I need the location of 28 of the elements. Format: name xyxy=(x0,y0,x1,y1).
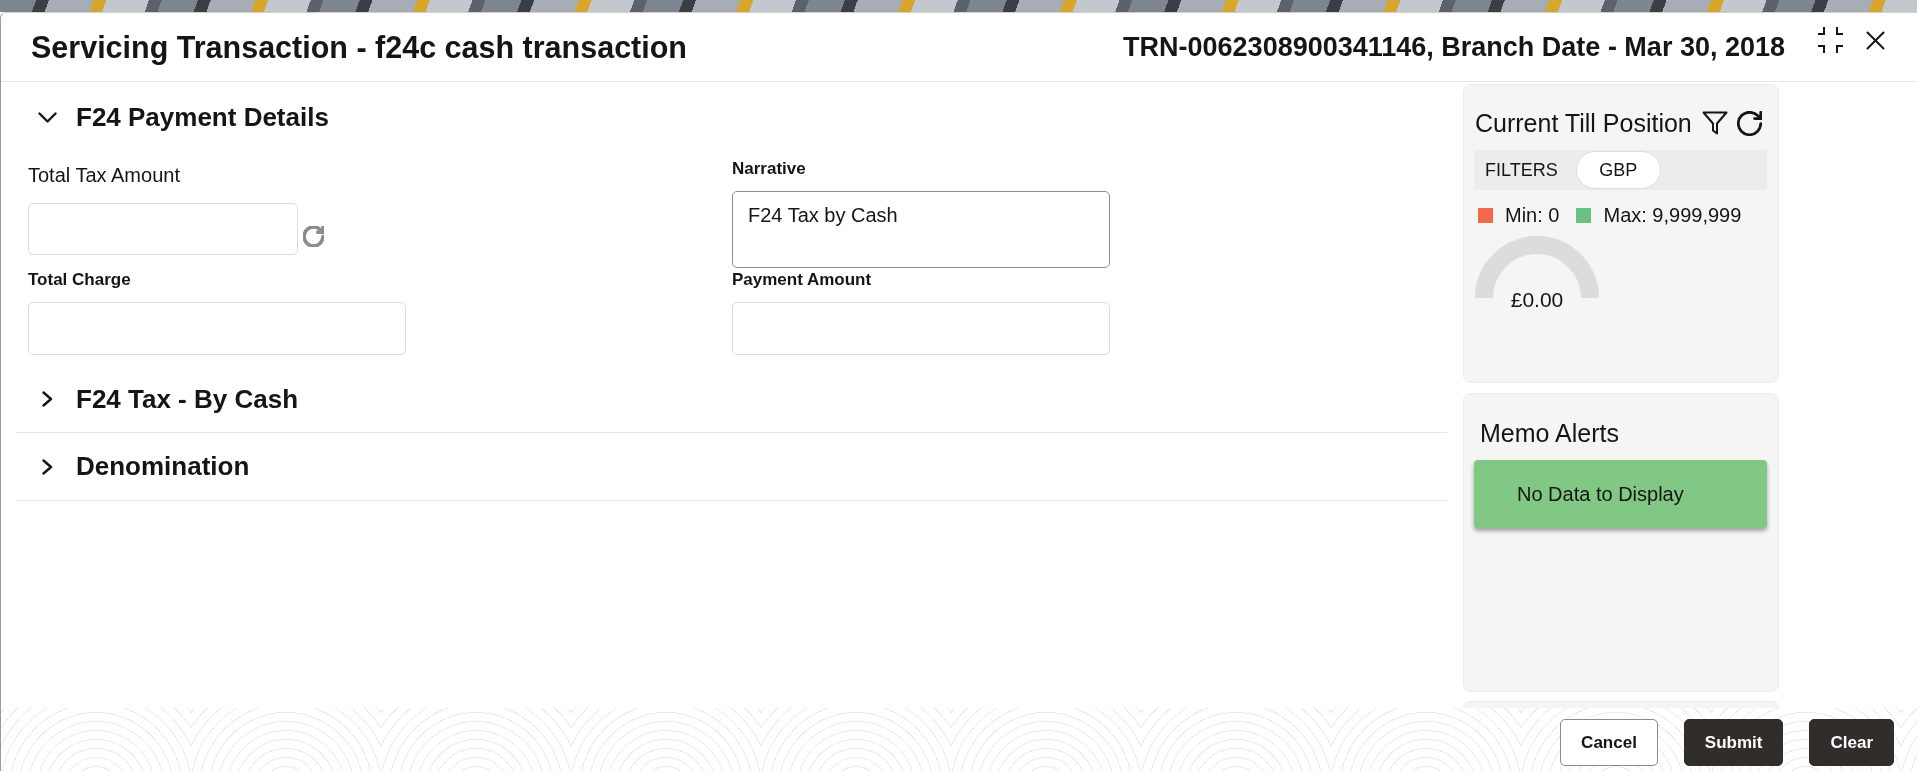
field-label: Total Charge xyxy=(28,269,131,291)
cancel-button[interactable]: Cancel xyxy=(1560,719,1658,766)
close-icon[interactable] xyxy=(1866,30,1885,50)
section-header[interactable]: F24 Payment Details xyxy=(37,90,329,144)
card-title: Memo Alerts xyxy=(1480,418,1619,448)
minimize-icon[interactable] xyxy=(1816,26,1845,54)
gauge-reading: £0.00 xyxy=(1510,289,1564,311)
input-field[interactable] xyxy=(732,302,1110,355)
card-title: Current Till Position xyxy=(1475,108,1692,138)
primary-button[interactable]: Clear xyxy=(1809,719,1894,766)
no-data-message: No Data to Display xyxy=(1474,460,1767,528)
filter-label: FILTERS xyxy=(1485,159,1558,181)
filter-icon[interactable] xyxy=(1701,111,1728,135)
field-label: Total Tax Amount xyxy=(28,163,180,187)
text-area[interactable]: F24 Tax by Cash xyxy=(732,191,1110,268)
field-label: Payment Amount xyxy=(732,269,872,291)
input-field[interactable] xyxy=(28,302,406,355)
legend-label: Max: 9,999,999 xyxy=(1603,203,1742,227)
dialog-title: Servicing Transaction - f24c cash transaction xyxy=(31,29,687,65)
field-label: Narrative xyxy=(732,158,806,180)
transaction-reference: TRN-0062308900341146, Branch Date - Mar 30, 2018 xyxy=(1123,31,1785,63)
legend-label: Min: 0 xyxy=(1505,203,1560,227)
filter-chip[interactable]: GBP xyxy=(1575,151,1661,189)
input-field[interactable] xyxy=(28,203,298,255)
refresh-icon[interactable] xyxy=(1736,110,1762,136)
primary-button[interactable]: Submit xyxy=(1683,719,1784,766)
section-header[interactable]: Denomination xyxy=(37,433,250,500)
section-header[interactable]: F24 Tax - By Cash xyxy=(37,366,299,432)
